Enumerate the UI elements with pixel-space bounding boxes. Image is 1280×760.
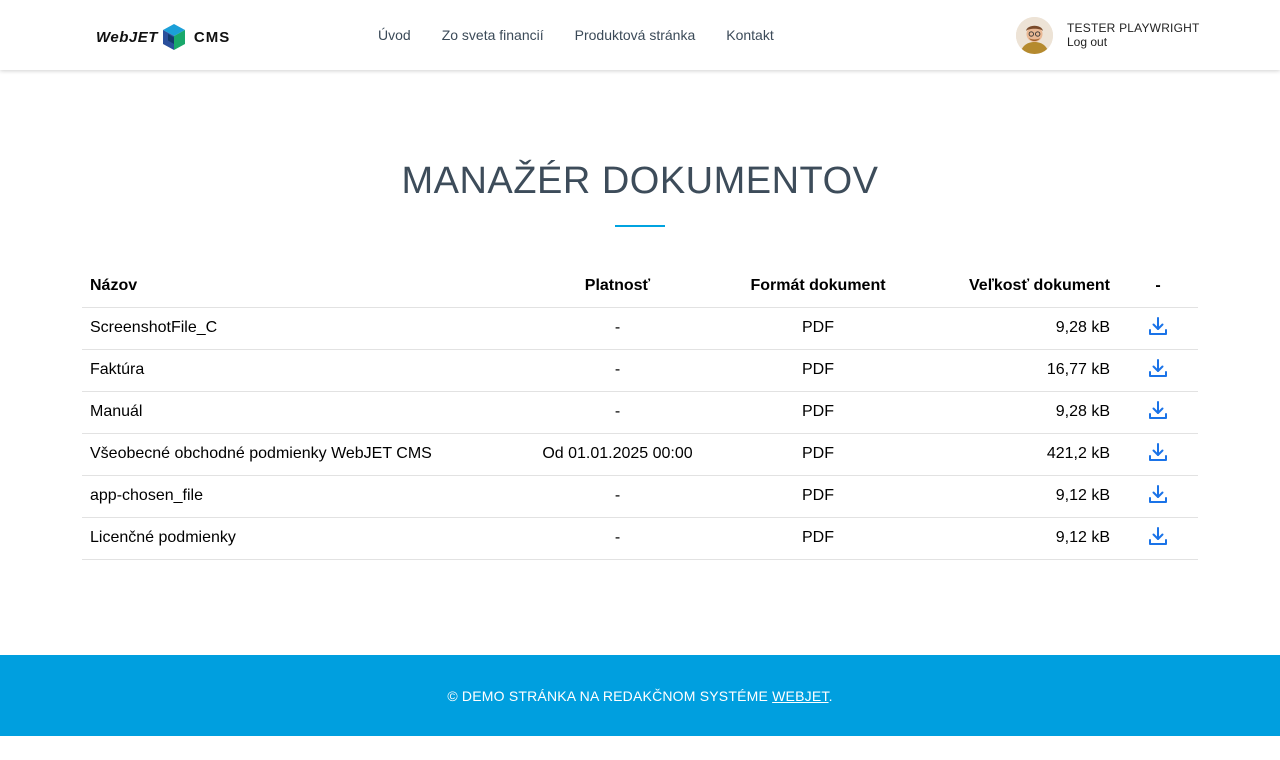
main-nav: Úvod Zo sveta financií Produktová stránk… (378, 27, 805, 44)
user-panel: TESTER PLAYWRIGHT Log out (1016, 16, 1200, 54)
cell-action (1118, 307, 1198, 350)
cell-format: PDF (710, 433, 926, 476)
webjet-cms-logo[interactable]: WebJET CMS (96, 22, 230, 52)
cell-action (1118, 391, 1198, 434)
cell-size: 9,12 kB (926, 475, 1118, 518)
site-footer: © DEMO STRÁNKA NA REDAKČNOM SYSTÉME WEBJ… (0, 655, 1280, 736)
cell-format: PDF (710, 349, 926, 392)
page-title: MANAŽÉR DOKUMENTOV (401, 160, 879, 202)
logo-text-webjet: WebJET (96, 28, 158, 46)
cell-name: Licenčné podmienky (82, 517, 525, 560)
cell-name: Manuál (82, 391, 525, 434)
footer-webjet-link[interactable]: WEBJET (772, 688, 828, 704)
cell-name: ScreenshotFile_C (82, 307, 525, 350)
table-header-row: Názov Platnosť Formát dokument Veľkosť d… (82, 266, 1198, 308)
cell-size: 9,12 kB (926, 517, 1118, 560)
download-icon[interactable] (1147, 441, 1169, 463)
download-icon[interactable] (1147, 357, 1169, 379)
header-name: Názov (82, 266, 525, 308)
download-icon[interactable] (1147, 483, 1169, 505)
nav-item-zo-sveta-financii[interactable]: Zo sveta financií (442, 27, 544, 44)
cell-size: 421,2 kB (926, 433, 1118, 476)
documents-table: Názov Platnosť Formát dokument Veľkosť d… (82, 266, 1198, 560)
cell-format: PDF (710, 475, 926, 518)
cell-size: 9,28 kB (926, 307, 1118, 350)
table-row: Všeobecné obchodné podmienky WebJET CMS … (82, 433, 1198, 476)
header-action: - (1118, 266, 1198, 308)
cell-validity: - (525, 307, 710, 350)
cell-action (1118, 349, 1198, 392)
cell-validity: - (525, 517, 710, 560)
nav-item-kontakt[interactable]: Kontakt (726, 27, 773, 44)
table-row: Licenčné podmienky - PDF 9,12 kB (82, 517, 1198, 560)
table-row: ScreenshotFile_C - PDF 9,28 kB (82, 307, 1198, 350)
footer-copyright: © DEMO STRÁNKA NA REDAKČNOM SYSTÉME (447, 687, 773, 704)
cell-action (1118, 475, 1198, 518)
cell-validity: - (525, 349, 710, 392)
title-underline-divider (615, 225, 665, 227)
download-icon[interactable] (1147, 525, 1169, 547)
header-format: Formát dokument (710, 266, 926, 308)
footer-text: © DEMO STRÁNKA NA REDAKČNOM SYSTÉME WEBJ… (447, 688, 832, 704)
avatar-portrait-icon (1016, 16, 1053, 54)
table-row: Faktúra - PDF 16,77 kB (82, 349, 1198, 392)
download-icon[interactable] (1147, 399, 1169, 421)
cell-name: Všeobecné obchodné podmienky WebJET CMS (82, 433, 525, 476)
logout-link[interactable]: Log out (1067, 35, 1200, 49)
header-size: Veľkosť dokument (926, 266, 1118, 308)
cell-action (1118, 517, 1198, 560)
cell-name: app-chosen_file (82, 475, 525, 518)
site-header: WebJET CMS Úvod Zo sveta financií Produk… (0, 0, 1280, 70)
cell-validity: - (525, 475, 710, 518)
nav-item-produktova-stranka[interactable]: Produktová stránka (575, 27, 696, 44)
download-icon[interactable] (1147, 315, 1169, 337)
header-validity: Platnosť (525, 266, 710, 308)
avatar[interactable] (1016, 16, 1053, 54)
logo-text-cms: CMS (193, 28, 231, 46)
table-row: Manuál - PDF 9,28 kB (82, 391, 1198, 434)
nav-item-uvod[interactable]: Úvod (378, 27, 411, 44)
cell-size: 9,28 kB (926, 391, 1118, 434)
cell-validity: Od 01.01.2025 00:00 (525, 433, 710, 476)
cell-action (1118, 433, 1198, 476)
logo-cube-icon (162, 24, 185, 50)
cell-format: PDF (710, 391, 926, 434)
cell-size: 16,77 kB (926, 349, 1118, 392)
cell-format: PDF (710, 307, 926, 350)
cell-validity: - (525, 391, 710, 434)
table-row: app-chosen_file - PDF 9,12 kB (82, 475, 1198, 518)
cell-format: PDF (710, 517, 926, 560)
user-name: TESTER PLAYWRIGHT (1067, 21, 1200, 35)
footer-suffix: . (828, 687, 833, 704)
cell-name: Faktúra (82, 349, 525, 392)
